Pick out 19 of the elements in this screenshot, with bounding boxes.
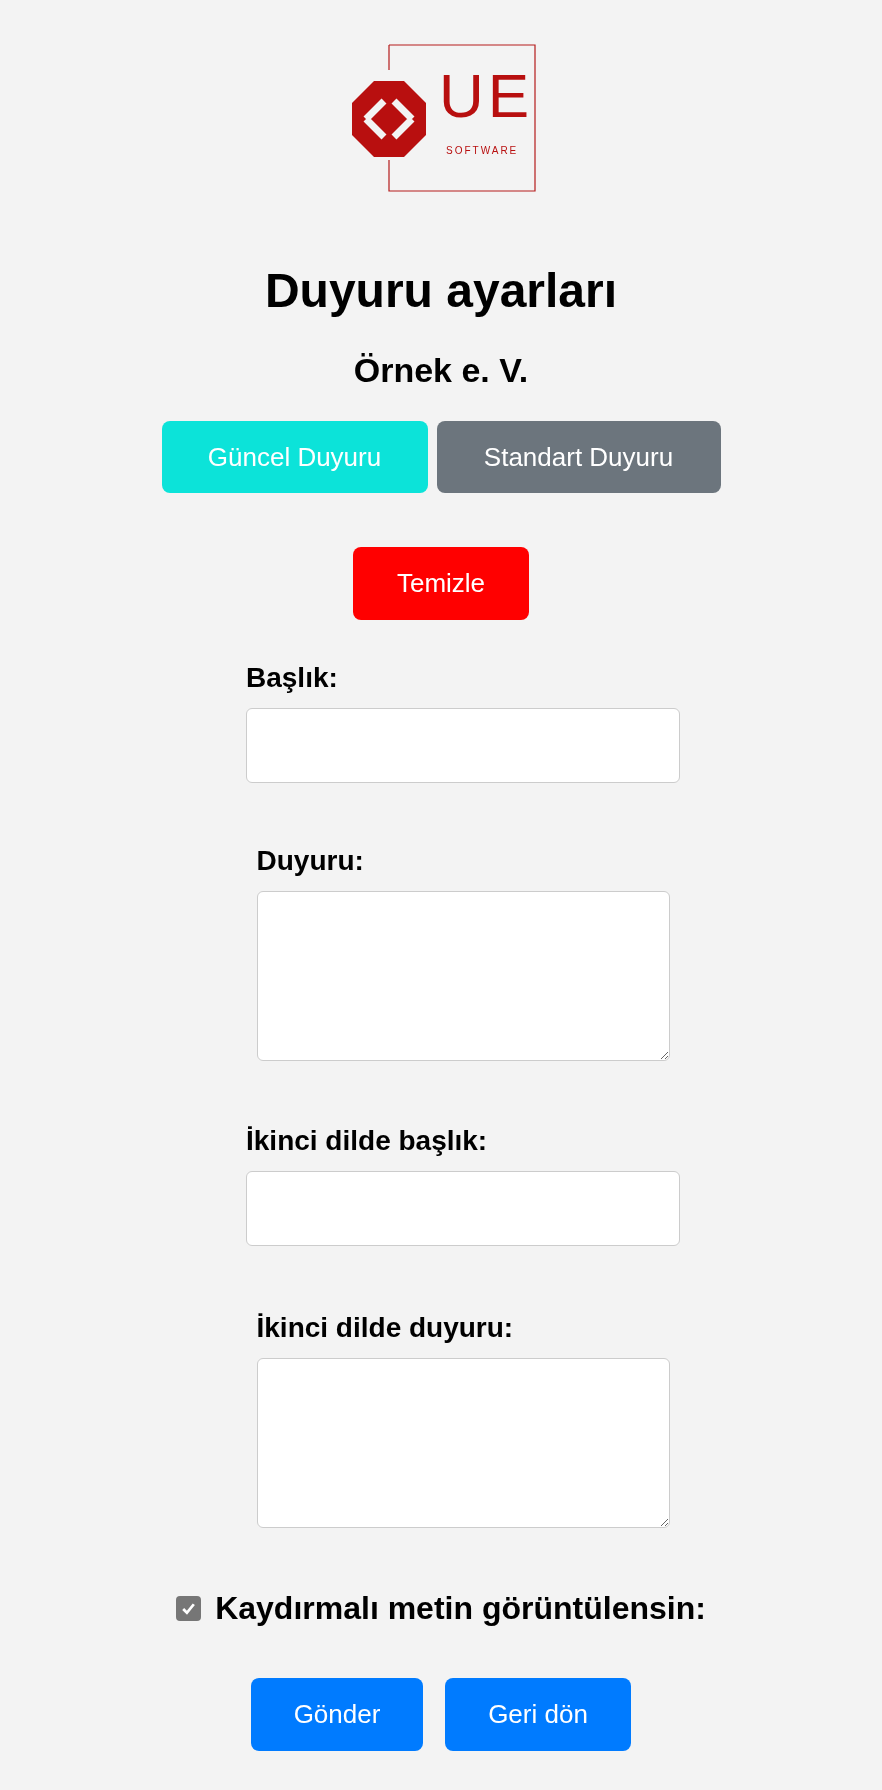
clear-button[interactable]: Temizle	[353, 547, 529, 620]
field-label: İkinci dilde duyuru:	[256, 1314, 515, 1342]
logo-emblem-icon	[352, 81, 426, 157]
logo-mark: UE	[439, 65, 534, 127]
input-field[interactable]	[246, 1171, 680, 1246]
field-label: İkinci dilde başlık:	[246, 1127, 489, 1155]
input-field[interactable]	[246, 708, 680, 783]
action-button[interactable]: Geri dön	[445, 1678, 631, 1751]
page-title: Duyuru ayarları	[264, 267, 618, 315]
checkbox[interactable]	[176, 1595, 202, 1621]
organization-name: Örnek e. V.	[353, 353, 529, 387]
logo-tagline: SOFTWARE	[446, 144, 519, 158]
field-label: Başlık:	[246, 664, 339, 692]
field-label: Duyuru:	[256, 847, 365, 875]
checkbox-label: Kaydırmalı metin görüntülensin:	[215, 1589, 706, 1628]
text-area[interactable]	[256, 1358, 670, 1528]
announcement-tab[interactable]: Standart Duyuru	[436, 421, 721, 493]
action-button[interactable]: Gönder	[251, 1678, 423, 1751]
text-area[interactable]	[256, 891, 670, 1061]
